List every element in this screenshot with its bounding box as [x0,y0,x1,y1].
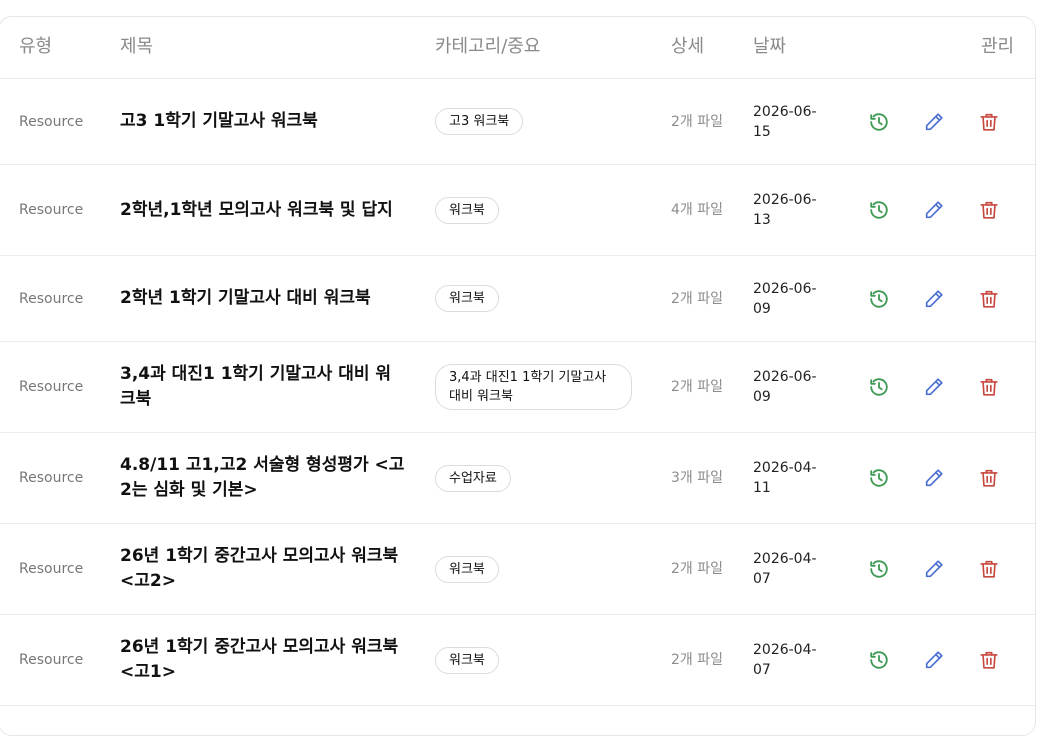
header-type: 유형 [19,36,53,57]
history-icon [870,560,888,578]
edit-button[interactable] [923,615,945,705]
category-chip: 워크북 [435,646,499,674]
history-button[interactable] [868,79,890,164]
table-row[interactable]: Resource 2학년 1학기 기말고사 대비 워크북 워크북 2개 파일 2… [0,256,1035,342]
row-date: 2026-06-09 [753,369,817,405]
history-button[interactable] [868,256,890,341]
history-icon [870,112,888,131]
pencil-icon [925,378,943,396]
row-date: 2026-04-07 [753,642,817,678]
pencil-icon [925,289,943,307]
table-row[interactable]: Resource 4.8/11 고1,고2 서술형 형성평가 <고2는 심화 및… [0,433,1035,524]
pencil-icon [925,560,943,578]
trash-icon [980,560,998,578]
pencil-icon [925,201,943,219]
file-count: 2개 파일 [671,652,723,668]
table-row[interactable]: Resource 2학년,1학년 모의고사 워크북 및 답지 워크북 4개 파일… [0,165,1035,256]
table-row[interactable]: Resource 3,4과 대진1 1학기 기말고사 대비 워크북 3,4과 대… [0,342,1035,433]
row-type: Resource [19,290,84,307]
row-title[interactable]: 26년 1학기 중간고사 모의고사 워크북 <고2> [120,544,405,594]
delete-button[interactable] [978,342,1000,432]
delete-button[interactable] [978,433,1000,523]
edit-button[interactable] [923,342,945,432]
header-manage: 관리 [981,36,1015,57]
history-icon [870,469,888,487]
header-title: 제목 [120,36,154,57]
edit-button[interactable] [923,79,945,164]
row-type: Resource [19,470,84,486]
edit-button[interactable] [923,165,945,255]
delete-button[interactable] [978,256,1000,341]
history-button[interactable] [868,433,890,523]
row-title[interactable]: 26년 1학기 중간고사 모의고사 워크북 <고1> [120,635,405,685]
file-count: 4개 파일 [671,202,723,218]
category-chip: 3,4과 대진1 1학기 기말고사 대비 워크북 [435,364,632,410]
category-chip: 워크북 [435,555,499,583]
pencil-icon [925,112,943,130]
trash-icon [980,201,998,219]
trash-icon [980,651,998,669]
resource-table: 유형 제목 카테고리/중요 상세 날짜 관리 Resource 고3 1학기 기… [0,16,1036,736]
row-date: 2026-04-07 [753,551,817,587]
header-date: 날짜 [753,36,787,57]
file-count: 3개 파일 [671,470,723,486]
row-type: Resource [19,561,84,577]
delete-button[interactable] [978,524,1000,614]
history-icon [870,201,888,219]
edit-button[interactable] [923,524,945,614]
row-type: Resource [19,202,84,218]
header-detail: 상세 [671,36,705,57]
trash-icon [980,113,998,131]
history-icon [870,289,888,308]
history-button[interactable] [868,524,890,614]
delete-button[interactable] [978,165,1000,255]
row-date: 2026-06-15 [753,103,817,140]
table-row[interactable]: Resource 26년 1학기 중간고사 모의고사 워크북 <고2> 워크북 … [0,524,1035,615]
row-date: 2026-06-09 [753,280,817,317]
row-date: 2026-06-13 [753,192,817,228]
table-row[interactable]: Resource 26년 1학기 중간고사 모의고사 워크북 <고1> 워크북 … [0,615,1035,706]
trash-icon [980,378,998,396]
file-count: 2개 파일 [671,561,723,577]
history-icon [870,378,888,396]
history-button[interactable] [868,615,890,705]
category-chip: 워크북 [435,285,499,312]
row-title[interactable]: 고3 1학기 기말고사 워크북 [120,109,318,134]
header-category: 카테고리/중요 [435,36,541,57]
history-button[interactable] [868,165,890,255]
history-icon [870,651,888,669]
file-count: 2개 파일 [671,113,723,130]
edit-button[interactable] [923,433,945,523]
row-title[interactable]: 3,4과 대진1 1학기 기말고사 대비 워크북 [120,362,405,412]
file-count: 2개 파일 [671,290,723,307]
row-title[interactable]: 2학년,1학년 모의고사 워크북 및 답지 [120,198,393,223]
edit-button[interactable] [923,256,945,341]
row-type: Resource [19,379,84,395]
history-button[interactable] [868,342,890,432]
row-title[interactable]: 4.8/11 고1,고2 서술형 형성평가 <고2는 심화 및 기본> [120,453,405,503]
row-date: 2026-04-11 [753,460,817,496]
category-chip: 워크북 [435,196,499,224]
table-header: 유형 제목 카테고리/중요 상세 날짜 관리 [0,17,1035,79]
delete-button[interactable] [978,79,1000,164]
category-chip: 수업자료 [435,464,511,492]
trash-icon [980,290,998,308]
delete-button[interactable] [978,615,1000,705]
file-count: 2개 파일 [671,379,723,395]
trash-icon [980,469,998,487]
category-chip: 고3 워크북 [435,108,524,135]
pencil-icon [925,469,943,487]
row-title[interactable]: 2학년 1학기 기말고사 대비 워크북 [120,286,371,311]
row-type: Resource [19,113,84,130]
pencil-icon [925,651,943,669]
row-type: Resource [19,652,84,668]
table-row[interactable]: Resource 고3 1학기 기말고사 워크북 고3 워크북 2개 파일 20… [0,79,1035,165]
